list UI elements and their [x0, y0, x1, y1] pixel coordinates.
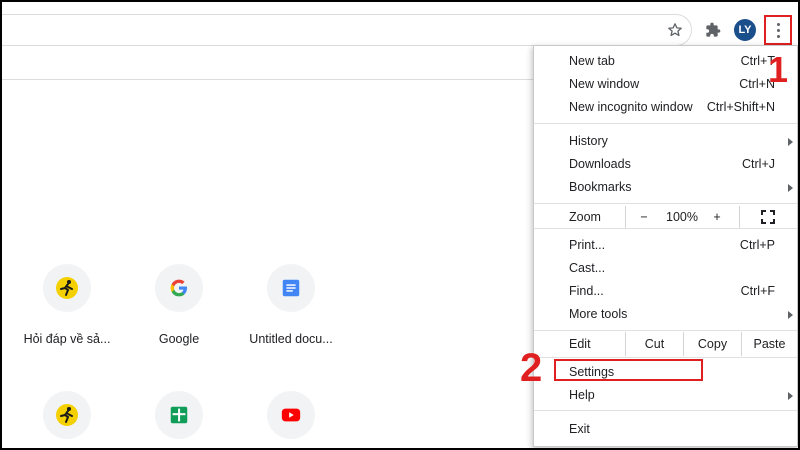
menu-item-new-incognito-window[interactable]: New incognito window Ctrl+Shift+N — [534, 96, 797, 119]
copy-button[interactable]: Copy — [684, 332, 741, 356]
edit-label: Edit — [569, 337, 591, 351]
settings-highlight-box — [554, 359, 703, 381]
menu-item-shortcut: Ctrl+J — [742, 157, 775, 171]
menu-item-label: More tools — [569, 307, 628, 321]
zoom-level: 100% — [666, 210, 698, 224]
menu-item-label: History — [569, 134, 608, 148]
submenu-arrow-icon — [788, 138, 793, 146]
chrome-main-menu: New tab Ctrl+T New window Ctrl+N New inc… — [533, 45, 798, 447]
shortcut-tile[interactable]: Untitled docu... — [236, 264, 346, 346]
menu-item-label: Help — [569, 388, 595, 402]
menu-item-print[interactable]: Print... Ctrl+P — [534, 234, 797, 257]
avatar-initials: LY — [738, 24, 752, 36]
menu-zoom-row: Zoom − 100% + — [534, 206, 797, 228]
shortcut-tile[interactable]: Hỏi đáp về sả... — [12, 264, 122, 346]
zoom-divider — [625, 206, 626, 228]
menu-item-more-tools[interactable]: More tools — [534, 303, 797, 326]
menu-divider — [534, 203, 797, 204]
menu-item-label: New window — [569, 77, 640, 91]
menu-item-label: Bookmarks — [569, 180, 632, 194]
shortcut-tile[interactable] — [12, 391, 122, 439]
avatar[interactable]: LY — [734, 19, 756, 41]
fullscreen-icon[interactable] — [756, 206, 780, 228]
docs-icon — [267, 264, 315, 312]
menu-item-new-tab[interactable]: New tab Ctrl+T — [534, 50, 797, 73]
zoom-label: Zoom — [569, 210, 601, 224]
menu-item-label: Find... — [569, 284, 604, 298]
shortcut-label: Hỏi đáp về sả... — [23, 332, 111, 346]
paste-button[interactable]: Paste — [742, 332, 797, 356]
youtube-icon — [267, 391, 315, 439]
menu-item-label: New tab — [569, 54, 615, 68]
star-icon[interactable] — [664, 19, 686, 41]
menu-item-new-window[interactable]: New window Ctrl+N — [534, 73, 797, 96]
shortcut-label: Untitled docu... — [249, 332, 333, 346]
menu-item-label: Print... — [569, 238, 606, 252]
menu-item-downloads[interactable]: Downloads Ctrl+J — [534, 153, 797, 176]
menu-divider — [534, 228, 797, 229]
puzzle-icon[interactable] — [702, 19, 724, 41]
shortcut-tile[interactable] — [124, 391, 234, 439]
menu-divider — [534, 330, 797, 331]
menu-item-bookmarks[interactable]: Bookmarks — [534, 176, 797, 199]
menu-item-label: Cast... — [569, 261, 606, 275]
menu-item-label: Exit — [569, 422, 590, 436]
submenu-arrow-icon — [788, 311, 793, 319]
browser-window: LY Hỏi đáp về sả... Google Untitled docu… — [0, 0, 800, 450]
google-g-icon — [155, 264, 203, 312]
sheets-icon — [155, 391, 203, 439]
menu-item-exit[interactable]: Exit — [534, 418, 797, 441]
menu-item-label: Downloads — [569, 157, 631, 171]
kebab-menu-icon — [776, 22, 780, 38]
shortcut-tile[interactable] — [236, 391, 346, 439]
kebab-menu-button[interactable] — [764, 15, 792, 45]
step-2-callout: 2 — [520, 346, 543, 390]
menu-edit-row: Edit Cut Copy Paste — [534, 332, 797, 356]
submenu-arrow-icon — [788, 184, 793, 192]
menu-divider — [534, 123, 797, 124]
menu-divider — [534, 410, 797, 411]
submenu-arrow-icon — [788, 392, 793, 400]
zoom-out-button[interactable]: − — [630, 206, 658, 228]
menu-item-shortcut: Ctrl+Shift+N — [706, 100, 775, 114]
shortcut-tile[interactable]: Google — [124, 264, 234, 346]
menu-item-shortcut: Ctrl+F — [740, 284, 775, 298]
address-bar[interactable] — [2, 14, 692, 46]
menu-item-history[interactable]: History — [534, 130, 797, 153]
menu-item-find[interactable]: Find... Ctrl+F — [534, 280, 797, 303]
runner-icon — [43, 264, 91, 312]
menu-item-shortcut: Ctrl+P — [739, 238, 775, 252]
zoom-in-button[interactable]: + — [705, 206, 729, 228]
menu-divider — [534, 357, 797, 358]
runner-icon — [43, 391, 91, 439]
menu-item-cast[interactable]: Cast... — [534, 257, 797, 280]
shortcut-label: Google — [158, 332, 200, 346]
step-1-callout: 1 — [768, 49, 789, 90]
menu-item-help[interactable]: Help — [534, 384, 797, 407]
zoom-divider — [739, 206, 740, 228]
menu-item-label: New incognito window — [569, 100, 693, 114]
cut-button[interactable]: Cut — [626, 332, 683, 356]
browser-toolbar: LY — [2, 2, 798, 48]
